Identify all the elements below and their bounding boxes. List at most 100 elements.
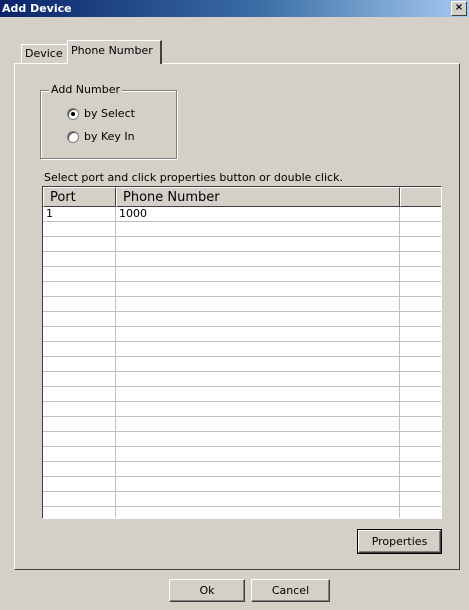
extra-cell xyxy=(400,402,441,417)
extra-cell xyxy=(400,492,441,507)
properties-button[interactable]: Properties xyxy=(357,529,442,554)
ok-button[interactable]: Ok xyxy=(169,579,245,602)
table-row[interactable] xyxy=(43,342,441,357)
port-cell xyxy=(43,432,116,447)
table-header: Port Phone Number xyxy=(43,187,441,207)
table-row[interactable] xyxy=(43,477,441,492)
radio-by-select-label: by Select xyxy=(84,107,135,120)
phone-number-cell xyxy=(116,372,400,387)
port-cell xyxy=(43,477,116,492)
extra-cell xyxy=(400,237,441,252)
extra-cell xyxy=(400,432,441,447)
table-row[interactable] xyxy=(43,387,441,402)
extra-cell xyxy=(400,252,441,267)
window-title: Add Device xyxy=(2,2,72,15)
cancel-button[interactable]: Cancel xyxy=(251,579,330,602)
port-cell xyxy=(43,447,116,462)
port-cell xyxy=(43,462,116,477)
table-row[interactable] xyxy=(43,252,441,267)
tab-device[interactable]: Device xyxy=(21,44,68,63)
add-number-group xyxy=(40,90,177,159)
extra-cell xyxy=(400,357,441,372)
phone-number-cell xyxy=(116,357,400,372)
port-cell xyxy=(43,297,116,312)
table-row[interactable] xyxy=(43,402,441,417)
phone-number-cell xyxy=(116,417,400,432)
extra-cell xyxy=(400,417,441,432)
phone-number-cell xyxy=(116,267,400,282)
close-button[interactable]: × xyxy=(451,1,467,16)
table-row[interactable] xyxy=(43,237,441,252)
port-cell xyxy=(43,342,116,357)
extra-cell xyxy=(400,282,441,297)
port-cell xyxy=(43,417,116,432)
table-row[interactable] xyxy=(43,447,441,462)
table-row[interactable] xyxy=(43,327,441,342)
table-row[interactable] xyxy=(43,432,441,447)
phone-number-cell xyxy=(116,222,400,237)
port-cell xyxy=(43,507,116,518)
tab-phone-number[interactable]: Phone Number xyxy=(67,40,162,64)
phone-number-cell xyxy=(116,432,400,447)
port-cell xyxy=(43,237,116,252)
phone-number-cell xyxy=(116,237,400,252)
extra-cell xyxy=(400,207,441,222)
phone-number-cell xyxy=(116,477,400,492)
extra-cell xyxy=(400,222,441,237)
table-row[interactable] xyxy=(43,492,441,507)
table-row[interactable] xyxy=(43,417,441,432)
port-cell: 1 xyxy=(43,207,116,222)
port-cell xyxy=(43,267,116,282)
radio-by-key-in-indicator[interactable] xyxy=(67,131,79,143)
extra-cell xyxy=(400,447,441,462)
extra-cell xyxy=(400,342,441,357)
table-row[interactable] xyxy=(43,462,441,477)
phone-number-cell xyxy=(116,312,400,327)
phone-number-cell xyxy=(116,327,400,342)
extra-cell xyxy=(400,372,441,387)
column-header-port[interactable]: Port xyxy=(43,187,116,207)
table-row[interactable]: 1 1000 xyxy=(43,207,441,222)
table-body: 1 1000 xyxy=(43,207,441,518)
extra-cell xyxy=(400,507,441,518)
port-cell xyxy=(43,357,116,372)
tab-device-label: Device xyxy=(25,47,63,60)
port-cell xyxy=(43,372,116,387)
table-row[interactable] xyxy=(43,357,441,372)
port-table[interactable]: Port Phone Number 1 1000 xyxy=(42,186,442,519)
phone-number-cell xyxy=(116,387,400,402)
phone-number-cell xyxy=(116,462,400,477)
tab-phone-number-label: Phone Number xyxy=(71,44,153,57)
port-cell xyxy=(43,492,116,507)
phone-number-cell xyxy=(116,492,400,507)
column-header-extra[interactable] xyxy=(400,187,441,207)
extra-cell xyxy=(400,387,441,402)
phone-number-cell xyxy=(116,297,400,312)
phone-number-cell xyxy=(116,252,400,267)
phone-number-cell xyxy=(116,342,400,357)
port-cell xyxy=(43,312,116,327)
phone-number-cell xyxy=(116,447,400,462)
instruction-text: Select port and click properties button … xyxy=(44,171,343,184)
table-row[interactable] xyxy=(43,267,441,282)
column-header-phone-number[interactable]: Phone Number xyxy=(116,187,400,207)
phone-number-cell xyxy=(116,507,400,518)
table-row[interactable] xyxy=(43,507,441,518)
port-cell xyxy=(43,402,116,417)
extra-cell xyxy=(400,297,441,312)
table-row[interactable] xyxy=(43,312,441,327)
extra-cell xyxy=(400,477,441,492)
table-row[interactable] xyxy=(43,282,441,297)
title-bar: Add Device × xyxy=(0,0,469,17)
table-row[interactable] xyxy=(43,372,441,387)
phone-number-cell xyxy=(116,282,400,297)
extra-cell xyxy=(400,327,441,342)
radio-by-select-indicator[interactable] xyxy=(67,108,79,120)
table-row[interactable] xyxy=(43,297,441,312)
radio-by-key-in-label: by Key In xyxy=(84,130,135,143)
table-row[interactable] xyxy=(43,222,441,237)
port-cell xyxy=(43,222,116,237)
add-number-legend: Add Number xyxy=(49,83,122,96)
port-cell xyxy=(43,387,116,402)
port-cell xyxy=(43,327,116,342)
